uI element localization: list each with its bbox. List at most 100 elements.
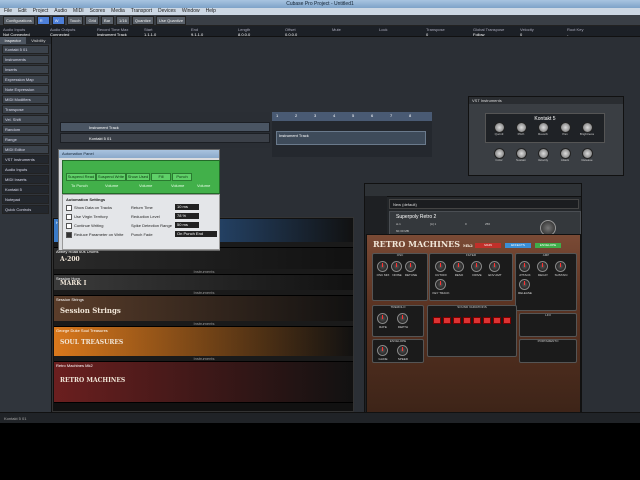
inspector-item[interactable]: Note Expression [2, 85, 49, 94]
rm-knob[interactable] [405, 261, 416, 272]
sound-variation-pad[interactable] [453, 317, 461, 324]
menu-item[interactable]: Transport [131, 8, 152, 15]
info-value[interactable]: 9.1.1.0 [191, 32, 203, 37]
automation-button[interactable]: Suspend Write [96, 173, 126, 181]
rm-tab-envelope[interactable]: ENVELOPE [535, 243, 561, 248]
menu-item[interactable]: Edit [18, 8, 27, 15]
info-value[interactable]: 0 [520, 32, 522, 37]
info-value[interactable]: 0 [426, 32, 428, 37]
toolbar-button[interactable]: 1/16 [116, 15, 130, 25]
event-lane[interactable]: Instrument Track [272, 121, 432, 157]
sound-variation-pad[interactable] [503, 317, 511, 324]
sound-variation-pad[interactable] [443, 317, 451, 324]
track-instrument[interactable]: Instrument Track [60, 122, 270, 132]
info-value[interactable]: Connected [50, 32, 69, 37]
menu-item[interactable]: File [4, 8, 12, 15]
setting-field-value[interactable]: On Punch End [175, 231, 217, 237]
tab-inspector[interactable]: Inspector [0, 37, 26, 44]
inspector-item[interactable]: Instruments [2, 55, 49, 64]
setting-checkbox-row[interactable]: Use Virgin Territory [66, 214, 108, 220]
rm-knob[interactable] [377, 313, 388, 324]
setting-checkbox-row[interactable]: Show Data on Tracks [66, 205, 112, 211]
inspector-item[interactable]: Notepad [2, 195, 49, 204]
inspector-item[interactable]: Audio Inputs [2, 165, 49, 174]
rm-tab-main[interactable]: MAIN [475, 243, 501, 248]
inspector-item[interactable]: Inserts [2, 65, 49, 74]
rm-knob[interactable] [435, 279, 446, 290]
instrument-slot[interactable]: Kontakt 5 Qucntl Pitch Reverb Pan Brightness… [485, 113, 605, 162]
rm-knob[interactable] [453, 261, 464, 272]
rm-knob[interactable] [519, 279, 530, 290]
rm-knob[interactable] [471, 261, 482, 272]
rm-knob[interactable] [435, 261, 446, 272]
info-value[interactable]: Instrument Track [97, 32, 127, 37]
automation-button[interactable]: Fill [151, 173, 171, 181]
automation-button[interactable]: Suspend Read [66, 173, 96, 181]
library-instruments-bar[interactable]: Instruments [54, 269, 353, 274]
rm-knob[interactable] [537, 261, 548, 272]
menu-item[interactable]: Help [206, 8, 216, 15]
inspector-item[interactable]: VST Instruments [2, 155, 49, 164]
inspector-item[interactable]: Random [2, 125, 49, 134]
rm-knob[interactable] [555, 261, 566, 272]
menu-item[interactable]: Window [182, 8, 200, 15]
rm-knob[interactable] [519, 261, 530, 272]
inspector-item[interactable]: Transpose [2, 105, 49, 114]
multi-rack-name[interactable]: New (default) [389, 199, 579, 209]
toolbar-button[interactable]: R [36, 15, 50, 25]
library-tile[interactable]: Session Strings Session Strings Instrument… [54, 296, 353, 327]
sound-variation-pad[interactable] [433, 317, 441, 324]
inspector-item[interactable]: Range [2, 135, 49, 144]
library-tile[interactable]: Abbey Road 60s Drums A-200 Instruments [54, 248, 353, 275]
library-tile[interactable]: George Duke Soul Treasures SOUL TREASURES… [54, 327, 353, 362]
library-tile[interactable]: Retro Machines Mk2 RETRO MACHINES [54, 362, 353, 403]
info-value[interactable]: Follow [473, 32, 485, 37]
setting-field-value[interactable]: 78 % [175, 213, 199, 219]
automation-button[interactable]: Show Used [126, 173, 150, 181]
sound-variation-pad[interactable] [463, 317, 471, 324]
menu-item[interactable]: Audio [54, 8, 67, 15]
menu-item[interactable]: MIDI [73, 8, 84, 15]
rm-knob[interactable] [377, 345, 388, 356]
library-instruments-bar[interactable]: Instruments [54, 290, 353, 295]
inspector-item[interactable]: MIDI Modifiers [2, 95, 49, 104]
checkbox[interactable] [66, 223, 72, 229]
library-instruments-bar[interactable]: Instruments [54, 356, 353, 361]
toolbar-button[interactable]: Use Quantize [155, 15, 187, 25]
info-value[interactable]: 0.0.0.0 [285, 32, 297, 37]
library-tile[interactable]: Session Horn MARK I Instruments [54, 275, 353, 296]
menu-item[interactable]: Scores [90, 8, 106, 15]
rm-knob[interactable] [377, 261, 388, 272]
inspector-item[interactable]: Kontakt 5 01 [2, 45, 49, 54]
checkbox[interactable] [66, 205, 72, 211]
inspector-item[interactable]: MIDI Inserts [2, 175, 49, 184]
rm-knob[interactable] [391, 261, 402, 272]
checkbox[interactable] [66, 232, 72, 238]
inspector-item[interactable]: Kontakt 5 [2, 185, 49, 194]
midi-part[interactable]: Instrument Track [276, 131, 426, 145]
toolbar-button[interactable]: Grid [85, 15, 100, 25]
toolbar-button[interactable]: W [51, 15, 65, 25]
menu-item[interactable]: Media [111, 8, 125, 15]
library-instruments-bar[interactable]: Instruments [54, 321, 353, 326]
rm-tab-effects[interactable]: EFFECTS [505, 243, 531, 248]
info-value[interactable]: - [567, 32, 568, 37]
inspector-item[interactable]: Expression Map [2, 75, 49, 84]
tab-visibility[interactable]: Visibility [25, 37, 51, 44]
toolbar-button[interactable]: Configurations [3, 15, 35, 25]
track-kontakt[interactable]: Kontakt 5 01 [60, 133, 270, 143]
sound-variation-pad[interactable] [493, 317, 501, 324]
toolbar-button[interactable]: Quantize [131, 15, 154, 25]
toolbar-button[interactable]: Bar [101, 15, 115, 25]
inspector-item[interactable]: Vel. Shift [2, 115, 49, 124]
timeline-ruler[interactable]: 1 2 3 4 5 6 7 8 [272, 112, 432, 121]
checkbox[interactable] [66, 214, 72, 220]
rm-knob[interactable] [489, 261, 500, 272]
sound-variation-pad[interactable] [473, 317, 481, 324]
menu-item[interactable]: Project [33, 8, 49, 15]
inspector-item[interactable]: Quick Controls [2, 205, 49, 214]
info-value[interactable]: 8.0.0.0 [238, 32, 250, 37]
setting-field-value[interactable]: 50 ms [175, 222, 199, 228]
setting-field-value[interactable]: 10 ms [175, 204, 199, 210]
toolbar-button[interactable]: Touch [66, 15, 84, 25]
